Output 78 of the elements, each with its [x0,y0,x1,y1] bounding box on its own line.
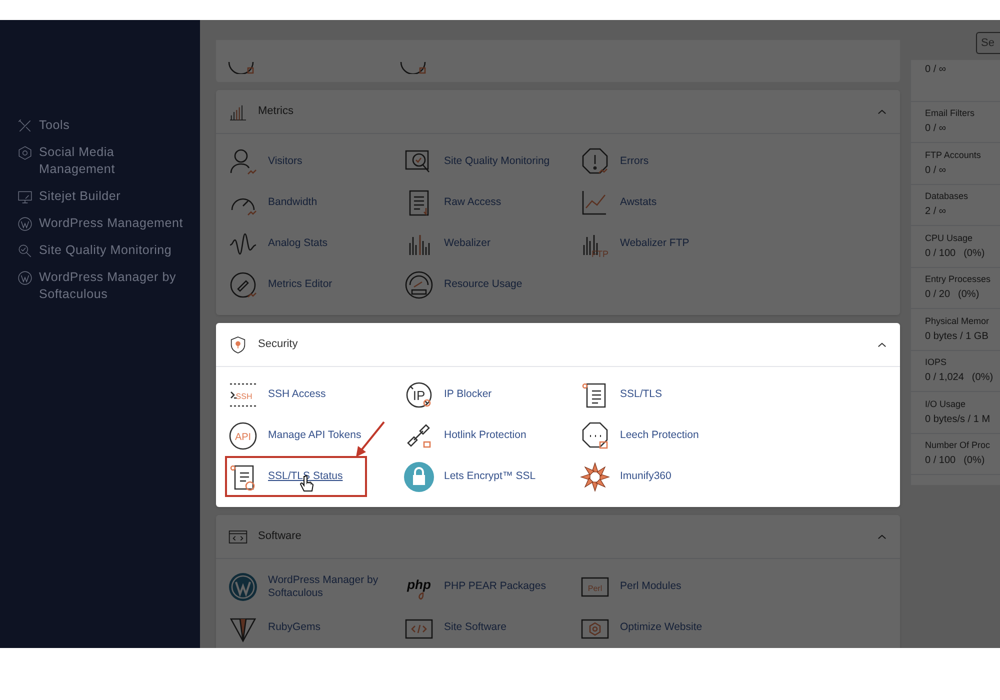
tool-link[interactable]: Bandwidth [228,182,328,223]
tool-link[interactable]: Optimize Website [580,607,712,648]
circle-icon: IP [404,380,434,410]
stat-label: Number Of Proc [925,439,992,452]
tool-link[interactable]: Awstats [580,182,667,223]
tools-icon [17,118,33,134]
gauge-icon [228,62,254,74]
stat-label: Entry Processes [925,273,992,286]
tool-link[interactable]: Analog Stats [228,223,338,264]
gauge-icon [400,62,426,74]
tool-link[interactable]: Lets Encrypt™ SSL [404,456,546,497]
starburst-icon [580,462,610,492]
tool-link[interactable]: Perl Perl Modules [580,566,692,607]
search-icon [17,243,33,259]
monitor-icon [17,189,33,205]
wordpress-icon [17,270,33,286]
stat-label: Email Filters [925,107,976,120]
stat-label: I/O Usage [925,398,967,410]
stat-label: FTP Accounts [925,148,982,161]
tool-link[interactable]: RubyGems [228,607,331,648]
wordpress-icon [17,216,33,232]
hexagon-icon [17,145,33,161]
stat-value: 0 / 100 [925,454,956,468]
sidebar-item[interactable]: Sitejet Builder [39,188,121,205]
sidebar-item[interactable]: WordPress Management [39,215,184,232]
octagon-icon [580,420,610,450]
stat-label: IOPS [925,356,948,368]
stat-value: 0 / ∞ [925,164,946,178]
tool-link[interactable]: Site Quality Monitoring [404,141,560,182]
stat-percent: (0%) [964,454,985,468]
tool-link[interactable]: php PHP PEAR Packages [404,566,556,607]
section-title: Security [258,337,298,352]
stat-label: Physical Memor [925,314,990,327]
stat-value: 0 / 100 [925,246,956,261]
circle-icon [228,270,258,300]
stat-label: CPU Usage [925,232,974,244]
stat-value: 0 / 20 [925,288,950,302]
octagon-icon [580,146,610,176]
tool-link[interactable]: Errors [580,141,659,182]
shield-icon [228,334,248,354]
tool-link[interactable]: WordPress Manager by Softaculous [228,566,404,607]
sidebar-item[interactable]: WordPress Manager by Softaculous [39,269,192,303]
stat-value: 0 / 1,024 [925,371,964,386]
stat-percent: (0%) [964,246,985,261]
stat-value: 0 / ∞ [925,122,946,136]
person-icon [228,146,258,176]
sidebar-item[interactable]: Tools [39,117,70,134]
stat-value: 2 / ∞ [925,205,946,220]
tool-link[interactable]: IP IP Blocker [404,374,502,415]
speedometer-icon [404,270,434,300]
tool-link[interactable]: Imunify360 [580,456,682,497]
tool-link[interactable]: Webalizer [404,223,500,264]
tool-link[interactable]: API Manage API Tokens [228,415,372,456]
tool-link[interactable]: Metrics Editor [228,264,342,305]
tool-link[interactable]: SSL/TLS [580,374,672,415]
tool-link[interactable]: SSH SSH Access [228,374,336,415]
tool-link[interactable]: Site Software [404,607,516,648]
stat-label: Databases [925,190,970,202]
stat-percent: (0%) [972,371,994,386]
sidebar-item[interactable]: Social Media Management [39,144,192,178]
tool-link[interactable]: Resource Usage [404,264,532,305]
stat-percent: (0%) [958,288,980,302]
stat-value: 0 bytes/s / 1 M [925,412,990,427]
tool-link[interactable]: FTP Webalizer FTP [580,223,700,264]
wordpress-icon [228,572,258,602]
circle-icon: API [228,420,258,450]
stat-value: 0 / ∞ [925,63,946,77]
search-field[interactable]: Se [976,32,1000,54]
tool-link[interactable]: Hotlink Protection [404,415,536,456]
sidebar-item[interactable]: Site Quality Monitoring [39,242,172,259]
tool-link[interactable]: SSL/TLS Status [225,456,367,497]
lock-icon [404,462,434,492]
section-title: Software [258,529,302,544]
section-title: Metrics [258,104,294,120]
stat-value: 0 bytes / 1 GB [925,330,988,344]
tool-link[interactable]: Visitors [228,141,312,182]
tool-link[interactable]: Raw Access [404,182,512,223]
tool-link[interactable]: Leech Protection [580,415,709,456]
